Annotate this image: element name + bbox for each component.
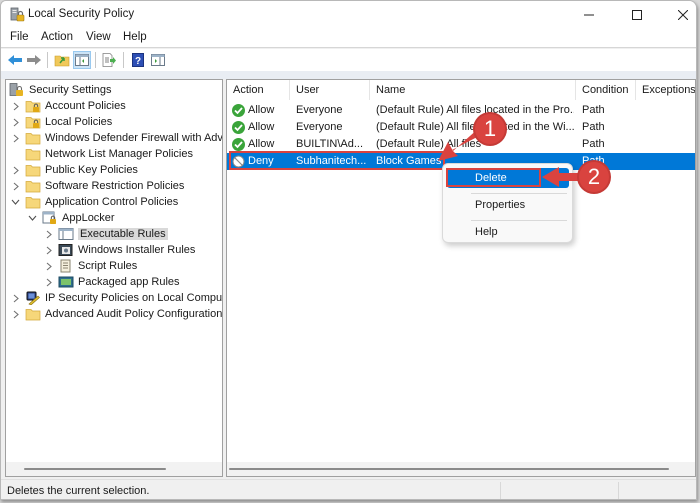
annotation-step-2: 2 — [579, 162, 609, 192]
status-text: Deletes the current selection. — [7, 485, 150, 497]
status-bar: Deletes the current selection. — [1, 479, 696, 499]
status-divider — [618, 482, 619, 499]
status-divider — [500, 482, 501, 499]
annotation-arrows — [438, 128, 586, 187]
local-security-policy-window: Local Security Policy File Action View H… — [0, 0, 697, 500]
annotation-step-1: 1 — [475, 114, 505, 144]
